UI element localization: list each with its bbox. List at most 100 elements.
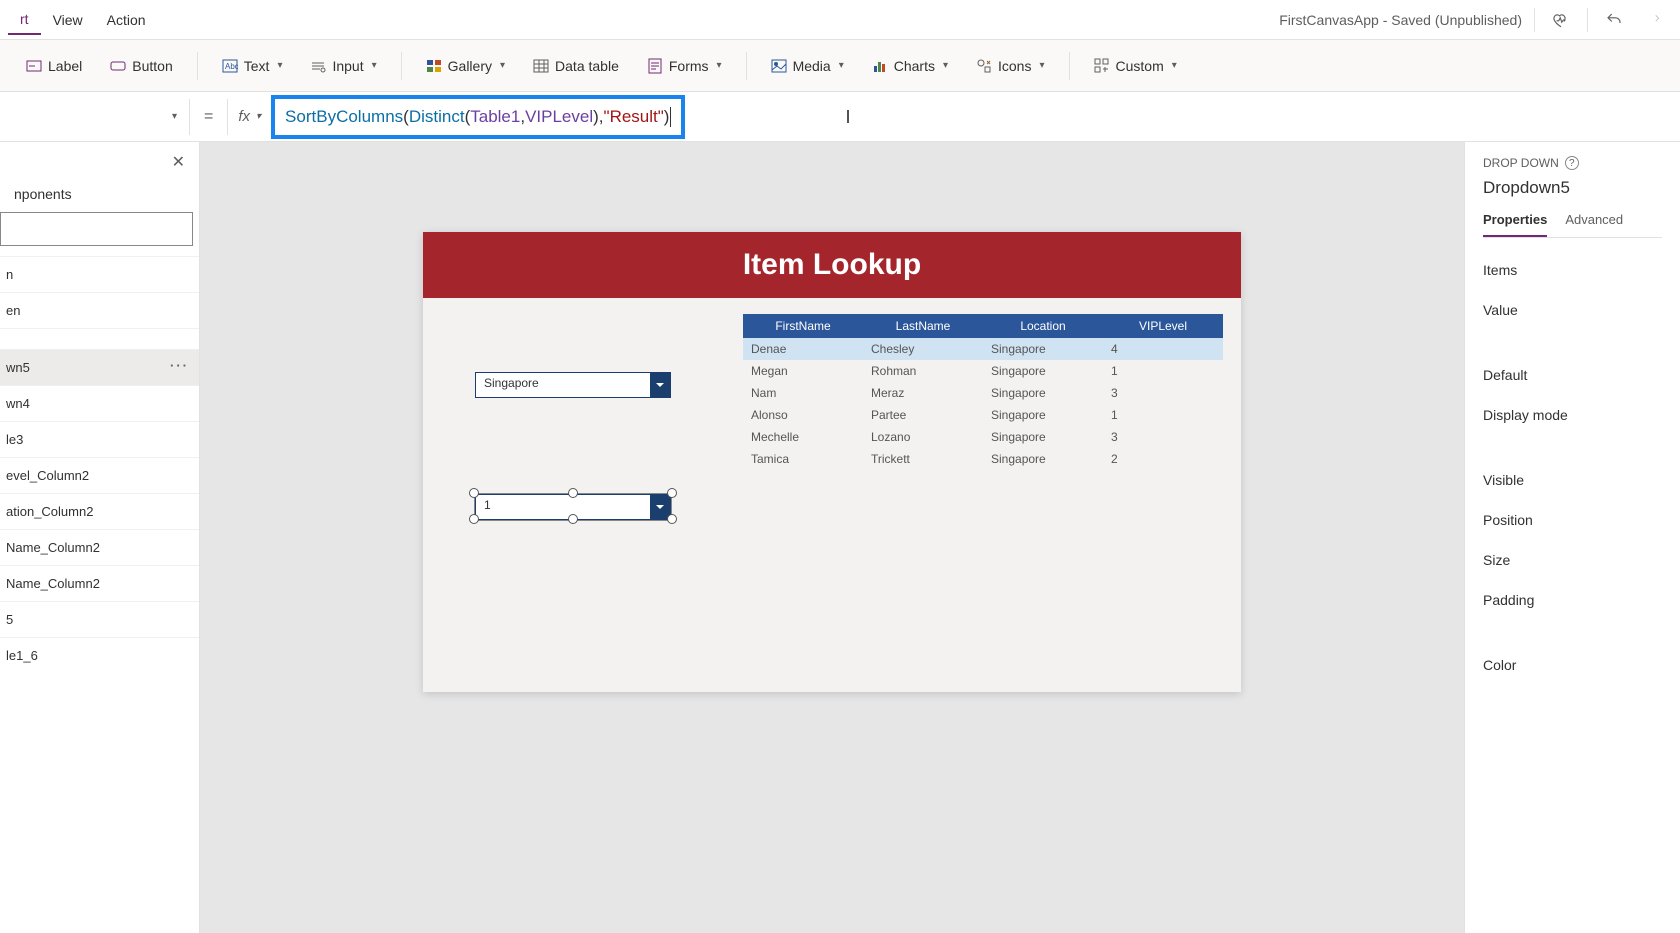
resize-handle[interactable] [667,488,677,498]
tree-item[interactable]: ation_Column2 [0,493,199,529]
tree-item[interactable]: en [0,292,199,328]
table-row[interactable]: MeganRohmanSingapore1 [743,360,1223,382]
input-icon [310,58,326,74]
tree-search-input[interactable] [0,212,193,246]
property-row[interactable]: Default [1483,355,1662,395]
resize-handle[interactable] [568,514,578,524]
button-icon [110,58,126,74]
ribbon-text[interactable]: Abc Text ▾ [212,52,293,80]
undo-icon[interactable] [1600,6,1628,34]
canvas-area[interactable]: Item Lookup Singapore 1 FirstNameLa [200,142,1464,933]
separator [1069,52,1070,80]
app-screen: Item Lookup Singapore 1 FirstNameLa [423,232,1241,692]
ribbon-input[interactable]: Input ▾ [300,52,386,80]
table-cell: Lozano [863,426,983,448]
data-table[interactable]: FirstNameLastNameLocationVIPLevel DenaeC… [743,314,1223,470]
table-row[interactable]: MechelleLozanoSingapore3 [743,426,1223,448]
table-row[interactable]: TamicaTrickettSingapore2 [743,448,1223,470]
table-cell: Mechelle [743,426,863,448]
table-cell: Partee [863,404,983,426]
table-row[interactable]: NamMerazSingapore3 [743,382,1223,404]
menu-insert[interactable]: rt [8,5,41,35]
separator [197,52,198,80]
resize-handle[interactable] [469,488,479,498]
property-row[interactable]: Items [1483,250,1662,290]
tree-item[interactable]: Name_Column2 [0,529,199,565]
ribbon-datatable-label: Data table [555,58,619,74]
chevron-down-icon[interactable] [650,373,670,397]
ribbon-charts[interactable]: Charts ▾ [862,52,958,80]
tree-item[interactable]: wn4 [0,385,199,421]
formula-token: ) [664,107,670,127]
ribbon-label[interactable]: Label [16,52,92,80]
table-header[interactable]: LastName [863,314,983,338]
text-icon: Abc [222,58,238,74]
tree-item[interactable]: n [0,256,199,292]
menu-view[interactable]: View [41,6,95,34]
more-icon[interactable]: ··· [170,358,189,373]
chevron-down-icon: ▾ [1039,60,1044,71]
tree-tab-components[interactable]: nponents [0,178,199,212]
ribbon-button[interactable]: Button [100,52,182,80]
table-cell: Singapore [983,426,1103,448]
property-row[interactable]: Position [1483,500,1662,540]
table-cell: Chesley [863,338,983,360]
tree-view-panel: ✕ nponents nen wn5···wn4le3 evel_Column2at… [0,142,200,933]
icons-icon [976,58,992,74]
property-row[interactable]: Display mode [1483,395,1662,435]
resize-handle[interactable] [469,514,479,524]
tree-item[interactable]: Name_Column2 [0,565,199,601]
ribbon-button-text: Button [132,58,172,74]
property-row[interactable]: Visible [1483,460,1662,500]
tree-item-label: le1_6 [6,648,38,663]
separator [1483,638,1662,639]
health-icon[interactable] [1547,6,1575,34]
tree-item[interactable]: le3 [0,421,199,457]
tab-properties[interactable]: Properties [1483,212,1547,237]
table-row[interactable]: AlonsoParteeSingapore1 [743,404,1223,426]
fx-label[interactable]: fx▾ [228,108,271,125]
ribbon-bar: Label Button Abc Text ▾ Input ▾ Gallery … [0,40,1680,92]
property-row[interactable]: Padding [1483,580,1662,620]
table-header[interactable]: VIPLevel [1103,314,1223,338]
tree-item[interactable]: le1_6 [0,637,199,673]
tree-item[interactable]: evel_Column2 [0,457,199,493]
table-header[interactable]: Location [983,314,1103,338]
ribbon-datatable[interactable]: Data table [523,52,629,80]
table-header[interactable]: FirstName [743,314,863,338]
table-row[interactable]: DenaeChesleySingapore4 [743,338,1223,360]
property-row[interactable]: Color [1483,645,1662,685]
table-cell: Alonso [743,404,863,426]
tree-item[interactable] [0,328,199,349]
property-selector[interactable]: ▾ [0,99,190,135]
formula-rest[interactable]: I [685,99,1680,135]
table-cell: 4 [1103,338,1223,360]
ribbon-icons[interactable]: Icons ▾ [966,52,1055,80]
close-icon[interactable]: ✕ [172,152,185,172]
redo-icon[interactable] [1640,6,1668,34]
tree-item[interactable]: 5 [0,601,199,637]
ribbon-forms[interactable]: Forms ▾ [637,52,732,80]
ribbon-gallery-label: Gallery [448,58,492,74]
formula-input[interactable]: SortByColumns(Distinct(Table1, VIPLevel)… [271,95,685,139]
chevron-down-icon: ▾ [943,60,948,71]
tree-item[interactable]: wn5··· [0,349,199,385]
property-row[interactable]: Value [1483,290,1662,330]
property-row[interactable]: Size [1483,540,1662,580]
tab-advanced[interactable]: Advanced [1565,212,1623,237]
menu-action[interactable]: Action [95,6,158,34]
tree-item-label: evel_Column2 [6,468,89,483]
ribbon-gallery[interactable]: Gallery ▾ [416,52,515,80]
resize-handle[interactable] [667,514,677,524]
dropdown-location[interactable]: Singapore [475,372,671,398]
ribbon-media[interactable]: Media ▾ [761,52,854,80]
text-cursor-icon: I [845,107,846,129]
ribbon-custom[interactable]: Custom ▾ [1084,52,1187,80]
help-icon[interactable]: ? [1565,156,1579,170]
table-cell: Singapore [983,382,1103,404]
separator [746,52,747,80]
formula-token: Distinct [409,107,465,127]
tree-item-label: 5 [6,612,13,627]
dropdown-vip-selected[interactable]: 1 [469,488,677,520]
resize-handle[interactable] [568,488,578,498]
